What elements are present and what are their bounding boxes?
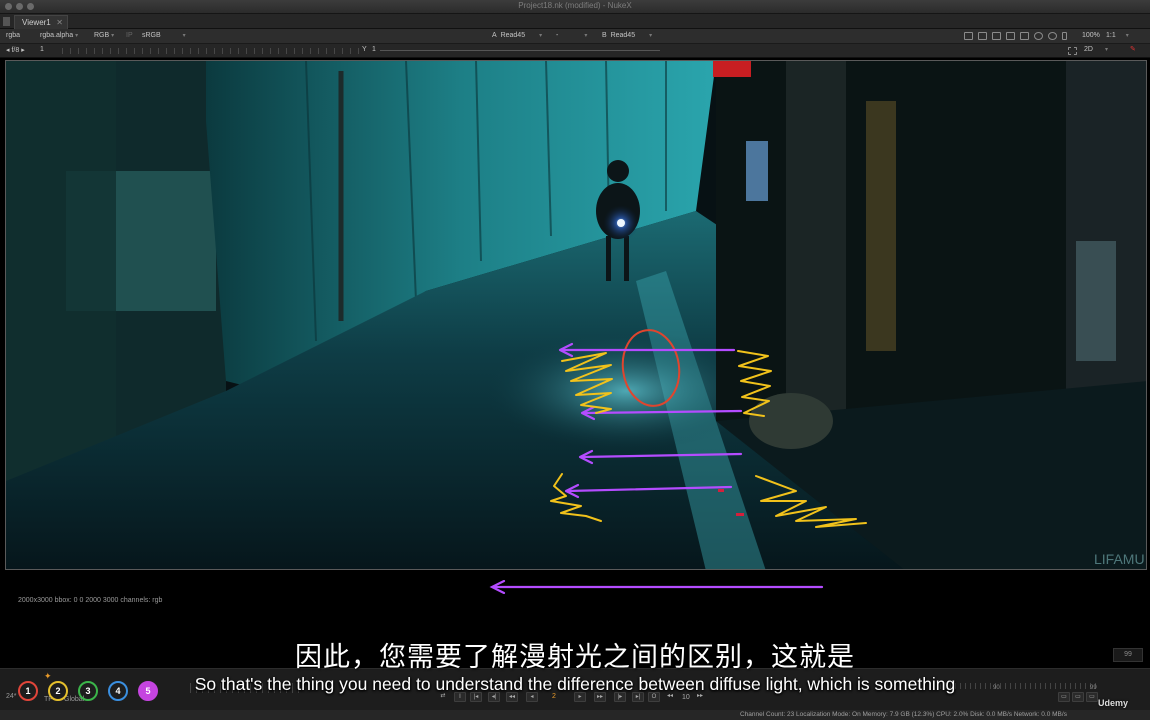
viewer-image[interactable]: LIFAMU	[5, 60, 1147, 570]
tab-viewer1[interactable]: Viewer1 ✕	[14, 15, 68, 29]
downscale-icon[interactable]	[1020, 32, 1029, 40]
roi-icon[interactable]	[964, 32, 973, 40]
gamma-field[interactable]: 1	[372, 46, 376, 53]
format-info: 2000x3000 bbox: 0 0 2000 3000 channels: …	[18, 597, 163, 604]
tab-close-icon[interactable]: ✕	[56, 18, 63, 27]
alpha-select[interactable]: rgba.alpha ▾	[40, 32, 78, 39]
lut-select[interactable]: sRGB ▾	[142, 32, 186, 39]
pause-icon[interactable]	[1062, 32, 1067, 40]
proxy-icon[interactable]	[1006, 32, 1015, 40]
status-bar: Channel Count: 23 Localization Mode: On …	[0, 710, 1150, 720]
display-select[interactable]: RGB ▾	[94, 32, 114, 39]
view-mode-select[interactable]: 2D ▾	[1084, 46, 1108, 53]
subtitle-english: So that's the thing you need to understa…	[194, 674, 956, 694]
title-bar: Project18.nk (modified) - NukeX	[0, 0, 1150, 14]
tab-label: Viewer1	[22, 18, 51, 27]
channels-select[interactable]: rgba	[6, 32, 20, 39]
viewer-area[interactable]: LIFAMU	[0, 58, 1150, 650]
status-text: Channel Count: 23 Localization Mode: On …	[740, 711, 1067, 718]
cache-icon[interactable]	[1048, 32, 1057, 40]
overlay-icon[interactable]	[978, 32, 987, 40]
pen-icon[interactable]: ✎	[1130, 45, 1136, 53]
fstop-stepper[interactable]: ◂ f/8 ▸	[6, 46, 25, 54]
photo-watermark: LIFAMU	[1094, 551, 1145, 567]
refresh-icon[interactable]	[1034, 32, 1043, 40]
panel-grip-icon[interactable]	[3, 17, 10, 26]
arrow-annotation	[489, 580, 824, 594]
window-title: Project18.nk (modified) - NukeX	[518, 1, 632, 10]
night-street-photo: LIFAMU	[6, 61, 1146, 569]
zoom-select[interactable]: 100%	[1082, 32, 1100, 39]
ip-toggle[interactable]: IP	[126, 32, 133, 39]
gamma-slider[interactable]	[380, 50, 660, 51]
region-icon[interactable]	[1068, 47, 1077, 55]
wipe-icon[interactable]	[992, 32, 1001, 40]
composite-mode-select[interactable]: - ▾	[556, 32, 587, 39]
step-field[interactable]: 10	[682, 694, 690, 701]
ratio-select[interactable]: 1:1 ▾	[1106, 32, 1129, 39]
tab-bar: Viewer1 ✕	[0, 14, 1150, 29]
gain-field[interactable]: 1	[40, 46, 44, 53]
input-a-select[interactable]: A Read45 ▾	[492, 32, 542, 39]
viewer-toolbar: rgba rgba.alpha ▾ RGB ▾ IP sRGB ▾ A Read45 ▾…	[0, 29, 1150, 44]
subtitle-chinese: 因此，您需要了解漫射光之间的区别，这就是	[295, 642, 855, 673]
input-b-select[interactable]: B Read45 ▾	[602, 32, 652, 39]
gamma-y-label: Y	[362, 46, 367, 53]
gain-slider[interactable]	[62, 48, 362, 54]
viewer-toolbar-secondary: ◂ f/8 ▸ 1 Y 1 2D ▾ ✎	[0, 44, 1150, 58]
udemy-logo: Udemy	[1098, 698, 1129, 708]
